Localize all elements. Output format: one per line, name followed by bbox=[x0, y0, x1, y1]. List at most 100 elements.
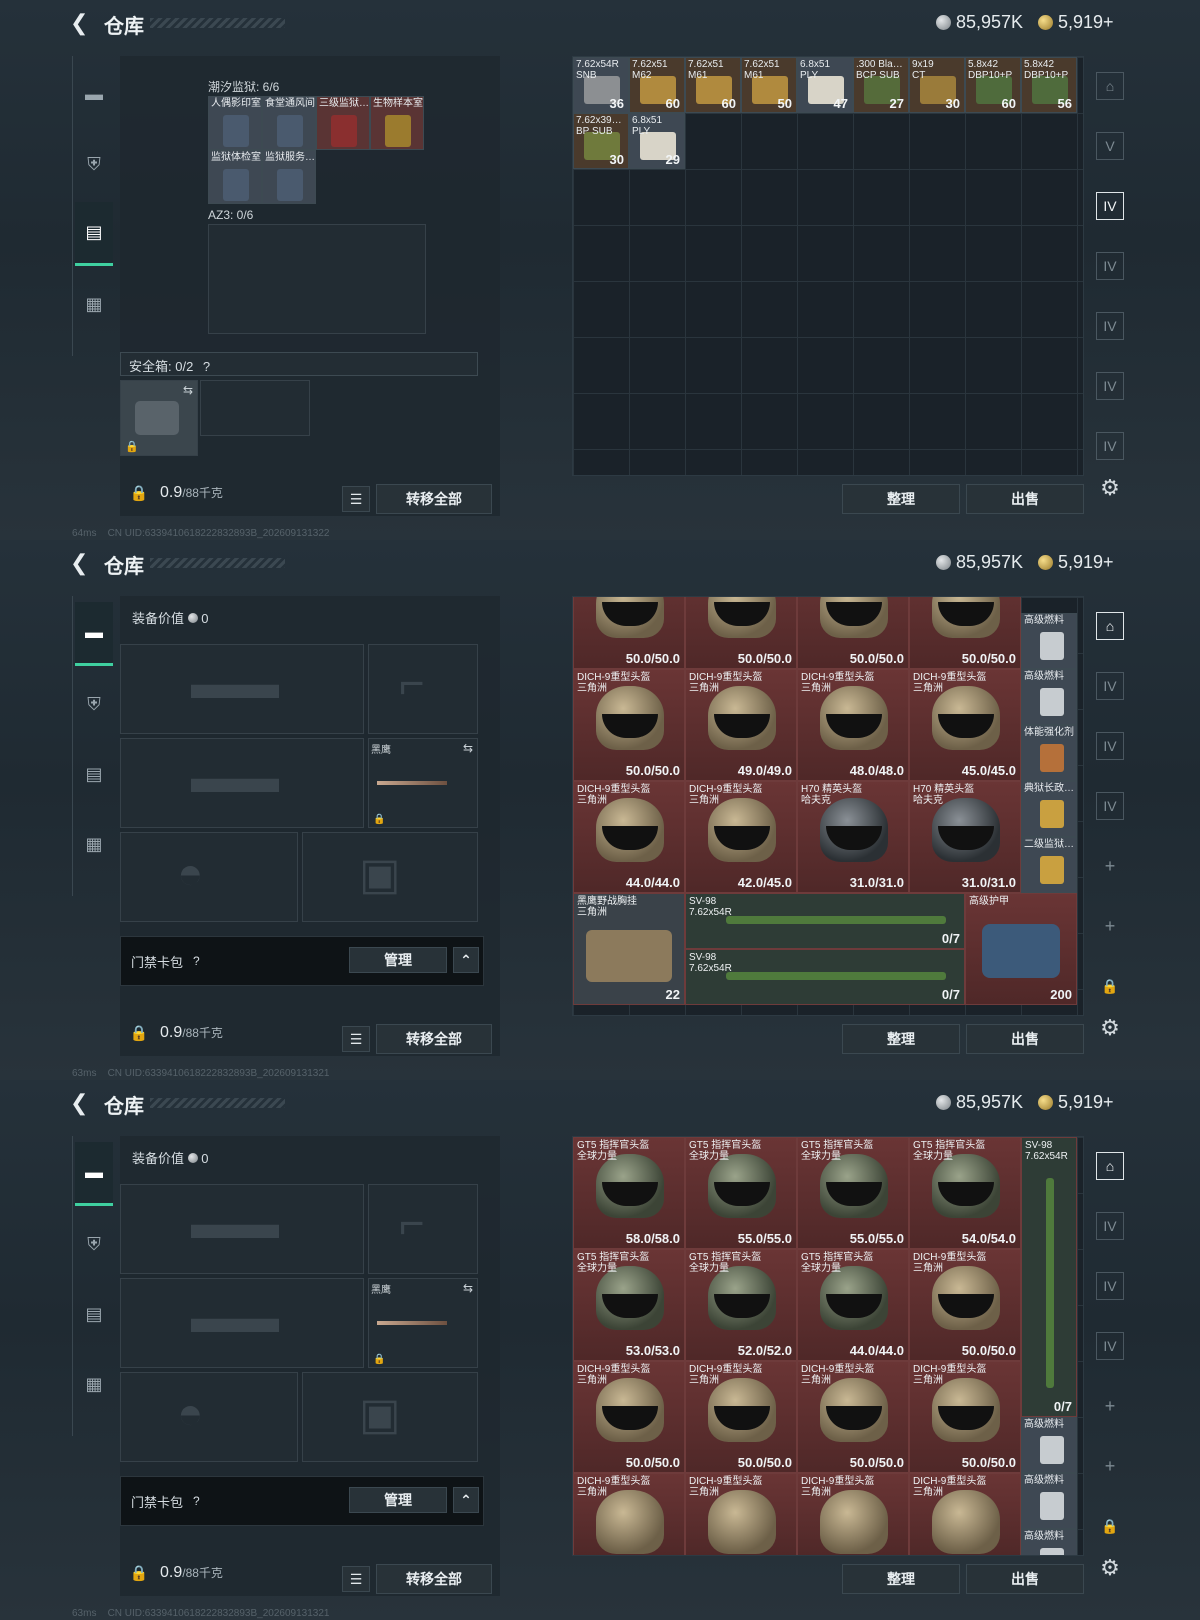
side-item[interactable]: 高级燃料 bbox=[1021, 1473, 1077, 1529]
nav-backpack-icon[interactable]: ▤ bbox=[75, 742, 113, 806]
nav-case-icon[interactable]: ▦ bbox=[75, 812, 113, 876]
ammo-item[interactable]: 6.8x51 PLY 47 bbox=[797, 57, 853, 113]
helmet-item[interactable]: DICH-9重型头盔 三角洲 bbox=[685, 1473, 797, 1555]
ammo-item[interactable]: 5.8x42 DBP10+P 56 bbox=[1021, 57, 1077, 113]
keycard-item[interactable]: 生物样本室 bbox=[370, 96, 424, 150]
tab-iv-2-icon[interactable]: IV bbox=[1096, 732, 1124, 760]
nav-armor-icon[interactable]: ⛨ bbox=[75, 672, 113, 736]
helmet-item[interactable]: DICH-9重型头盔 三角洲 bbox=[573, 1473, 685, 1555]
helmet-item[interactable]: 50.0/50.0 bbox=[685, 597, 797, 669]
sniper-rifle-item[interactable]: SV-98 7.62x54R 0/7 bbox=[1021, 1137, 1077, 1417]
helmet-item[interactable]: 50.0/50.0 bbox=[573, 597, 685, 669]
helmet-item[interactable]: DICH-9重型头盔 三角洲 44.0/44.0 bbox=[573, 781, 685, 893]
nav-backpack-icon[interactable]: ▤ bbox=[75, 202, 113, 266]
sell-button[interactable]: 出售 bbox=[966, 1564, 1084, 1594]
nav-armor-icon[interactable]: ⛨ bbox=[75, 132, 113, 196]
secondary-weapon-slot[interactable]: ▬▬ bbox=[120, 738, 364, 828]
helmet-item[interactable]: DICH-9重型头盔 三角洲 50.0/50.0 bbox=[909, 1249, 1021, 1361]
chevron-up-icon[interactable]: ⌃ bbox=[453, 947, 479, 973]
helmet-item[interactable]: DICH-9重型头盔 三角洲 48.0/48.0 bbox=[797, 669, 909, 781]
safe-box-item[interactable]: ⇆ 🔒 bbox=[120, 380, 198, 456]
swap-icon[interactable]: ⇆ bbox=[463, 1281, 473, 1295]
add-tab-icon[interactable]: + bbox=[1096, 852, 1124, 880]
tab-iv-3-icon[interactable]: IV bbox=[1096, 1332, 1124, 1360]
chevron-up-icon[interactable]: ⌃ bbox=[453, 1487, 479, 1513]
chest-rig-item[interactable]: 黑鹰野战胸挂 三角洲 22 bbox=[573, 893, 685, 1005]
tab-iv-3-icon[interactable]: IV bbox=[1096, 792, 1124, 820]
keycard-item[interactable]: 监狱体检室 bbox=[208, 150, 262, 204]
lock-icon[interactable]: 🔒 bbox=[128, 482, 150, 504]
helmet-item[interactable]: GT5 指挥官头盔 全球力量 55.0/55.0 bbox=[797, 1137, 909, 1249]
help-icon[interactable]: ? bbox=[193, 1494, 200, 1508]
helmet-item[interactable]: GT5 指挥官头盔 全球力量 58.0/58.0 bbox=[573, 1137, 685, 1249]
tab-iv-3-icon[interactable]: IV bbox=[1096, 312, 1124, 340]
helmet-slot[interactable]: ◓ bbox=[120, 832, 298, 922]
armor-slot[interactable]: ▣ bbox=[302, 1372, 478, 1462]
helmet-item[interactable]: DICH-9重型头盔 三角洲 45.0/45.0 bbox=[909, 669, 1021, 781]
ammo-item[interactable]: 7.62x51 M62 60 bbox=[629, 57, 685, 113]
side-item[interactable]: 二级监狱… bbox=[1021, 837, 1077, 893]
ammo-item[interactable]: 5.8x42 DBP10+P 60 bbox=[965, 57, 1021, 113]
settings-gear-icon[interactable]: ⚙ bbox=[1097, 475, 1123, 501]
helmet-item[interactable]: GT5 指挥官头盔 全球力量 54.0/54.0 bbox=[909, 1137, 1021, 1249]
helmet-item[interactable]: DICH-9重型头盔 三角洲 49.0/49.0 bbox=[685, 669, 797, 781]
tab-warehouse-icon[interactable]: ⌂ bbox=[1096, 1152, 1124, 1180]
helmet-item[interactable]: 50.0/50.0 bbox=[909, 597, 1021, 669]
sell-button[interactable]: 出售 bbox=[966, 1024, 1084, 1054]
nav-case-icon[interactable]: ▦ bbox=[75, 1352, 113, 1416]
transfer-all-button[interactable]: 转移全部 bbox=[376, 1024, 492, 1054]
ammo-item[interactable]: 7.62x54R SNB 36 bbox=[573, 57, 629, 113]
tab-warehouse-icon[interactable]: ⌂ bbox=[1096, 72, 1124, 100]
lock-icon[interactable]: 🔒 bbox=[128, 1022, 150, 1044]
manage-button[interactable]: 管理 bbox=[349, 947, 447, 973]
nav-weapon-icon[interactable]: ▬ bbox=[75, 62, 113, 126]
gold-currency[interactable]: 5,919+ bbox=[1038, 1092, 1114, 1113]
add-tab-icon[interactable]: + bbox=[1096, 1392, 1124, 1420]
helmet-item[interactable]: DICH-9重型头盔 三角洲 50.0/50.0 bbox=[685, 1361, 797, 1473]
nav-weapon-icon[interactable]: ▬ bbox=[75, 1142, 113, 1206]
side-item[interactable]: 体能强化剂 bbox=[1021, 725, 1077, 781]
pistol-slot[interactable]: ⌐ bbox=[368, 1184, 478, 1274]
transfer-all-button[interactable]: 转移全部 bbox=[376, 484, 492, 514]
list-icon[interactable]: ☰ bbox=[342, 1566, 370, 1592]
side-item[interactable]: 高级燃料 bbox=[1021, 669, 1077, 725]
keycard-item[interactable]: 三级监狱… bbox=[316, 96, 370, 150]
tab-iv-icon[interactable]: IV bbox=[1096, 192, 1124, 220]
ammo-item[interactable]: 7.62x51 M61 60 bbox=[685, 57, 741, 113]
side-item[interactable]: 典狱长政… bbox=[1021, 781, 1077, 837]
nav-armor-icon[interactable]: ⛨ bbox=[75, 1212, 113, 1276]
tab-warehouse-icon[interactable]: ⌂ bbox=[1096, 612, 1124, 640]
keycard-item[interactable]: 监狱服务… bbox=[262, 150, 316, 204]
swap-icon[interactable]: ⇆ bbox=[463, 741, 473, 755]
secondary-weapon-slot[interactable]: ▬▬ bbox=[120, 1278, 364, 1368]
nav-weapon-icon[interactable]: ▬ bbox=[75, 602, 113, 666]
helmet-item[interactable]: DICH-9重型头盔 三角洲 bbox=[797, 1473, 909, 1555]
tab-iv-icon[interactable]: IV bbox=[1096, 672, 1124, 700]
helmet-item[interactable]: 50.0/50.0 bbox=[797, 597, 909, 669]
az3-slots[interactable] bbox=[208, 224, 426, 334]
tab-iv-4-icon[interactable]: IV bbox=[1096, 372, 1124, 400]
helmet-item[interactable]: GT5 指挥官头盔 全球力量 55.0/55.0 bbox=[685, 1137, 797, 1249]
side-item[interactable]: 高级燃料 bbox=[1021, 613, 1077, 669]
primary-weapon-slot[interactable]: ▬▬ bbox=[120, 1184, 364, 1274]
side-item[interactable]: 高级燃料 bbox=[1021, 1529, 1077, 1555]
helmet-item[interactable]: DICH-9重型头盔 三角洲 50.0/50.0 bbox=[573, 669, 685, 781]
ammo-item[interactable]: 7.62x39… BP SUB 30 bbox=[573, 113, 629, 169]
helmet-item[interactable]: DICH-9重型头盔 三角洲 50.0/50.0 bbox=[797, 1361, 909, 1473]
help-icon[interactable]: ? bbox=[193, 954, 200, 968]
helmet-item[interactable]: H70 精英头盔 哈夫克 31.0/31.0 bbox=[909, 781, 1021, 893]
keycard-item[interactable]: 食堂通风间 bbox=[262, 96, 316, 150]
melee-slot[interactable]: 黑鹰 ⇆ 🔒 bbox=[368, 738, 478, 828]
safe-box-slots[interactable] bbox=[200, 380, 310, 436]
stash-grid[interactable]: 7.62x54R SNB 36 7.62x51 M62 60 7.62x51 M61 60… bbox=[572, 56, 1084, 476]
helmet-item[interactable]: DICH-9重型头盔 三角洲 50.0/50.0 bbox=[573, 1361, 685, 1473]
stash-grid[interactable]: GT5 指挥官头盔 全球力量 58.0/58.0 GT5 指挥官头盔 全球力量 55.… bbox=[572, 1136, 1084, 1556]
ammo-item[interactable]: 9x19 CT 30 bbox=[909, 57, 965, 113]
tab-iv-2-icon[interactable]: IV bbox=[1096, 1272, 1124, 1300]
list-icon[interactable]: ☰ bbox=[342, 486, 370, 512]
nav-case-icon[interactable]: ▦ bbox=[75, 272, 113, 336]
helmet-item[interactable]: DICH-9重型头盔 三角洲 50.0/50.0 bbox=[909, 1361, 1021, 1473]
gold-currency[interactable]: 5,919+ bbox=[1038, 552, 1114, 573]
transfer-all-button[interactable]: 转移全部 bbox=[376, 1564, 492, 1594]
helmet-item[interactable]: DICH-9重型头盔 三角洲 bbox=[909, 1473, 1021, 1555]
